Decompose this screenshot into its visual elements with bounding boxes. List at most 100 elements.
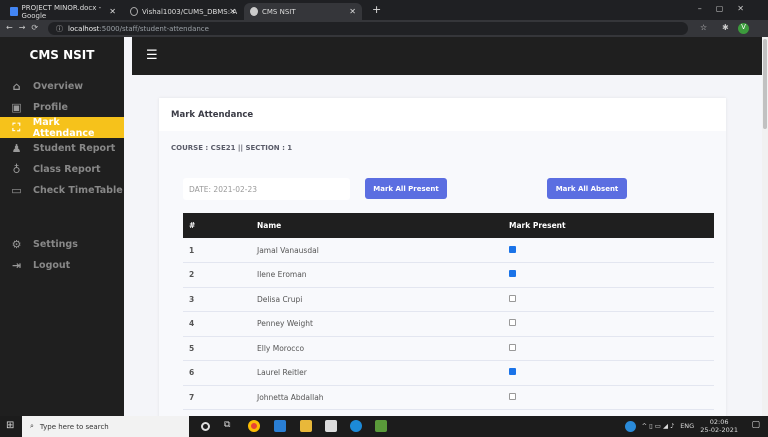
present-checkbox[interactable] [509, 392, 516, 400]
window-controls[interactable]: –▢✕ [698, 4, 758, 13]
row-number: 6 [183, 360, 257, 386]
table-header: # Name Mark Present [183, 213, 714, 238]
award-icon: ♁ [12, 163, 21, 176]
vscode-icon[interactable] [274, 420, 286, 432]
search-icon: ⌕ [30, 422, 34, 430]
system-tray: ^ ▯ ▭ ◢ ♪ ENG 02:06 25-02-2021 [624, 418, 738, 434]
table-row: 2 Ilene Eroman [183, 262, 714, 288]
mark-all-present-button[interactable]: Mark All Present [365, 178, 447, 199]
column-mark-present: Mark Present [509, 213, 714, 238]
row-number: 2 [183, 262, 257, 288]
store-icon[interactable] [325, 420, 337, 432]
sidebar-item-student-report[interactable]: ♟ Student Report [0, 138, 124, 159]
present-cell [509, 385, 714, 410]
table-row: 4 Penney Weight [183, 311, 714, 337]
scrollbar[interactable] [762, 37, 768, 416]
app-icon[interactable] [375, 420, 387, 432]
table-row: 6 Laurel Reitler [183, 360, 714, 386]
close-tab-icon[interactable]: ✕ [349, 7, 356, 16]
present-cell [509, 287, 714, 312]
nav-buttons[interactable]: ←→⟳ [6, 23, 44, 32]
close-tab-icon[interactable]: ✕ [229, 7, 236, 16]
column-number: # [183, 213, 257, 238]
present-checkbox[interactable] [509, 319, 516, 327]
tab-cms-nsit[interactable]: CMS NSIT ✕ [244, 3, 362, 20]
present-cell [509, 262, 714, 288]
sidebar-item-class-report[interactable]: ♁ Class Report [0, 159, 124, 180]
student-name: Penney Weight [257, 311, 509, 337]
chrome-icon[interactable] [248, 420, 260, 432]
sign-out-icon: ⇥ [11, 259, 22, 272]
info-icon: ⓘ [56, 24, 63, 33]
profile-avatar[interactable]: V [738, 23, 749, 34]
table-row: 1 Jamal Vanausdal [183, 238, 714, 263]
docs-icon [10, 7, 18, 16]
sidebar-item-check-timetable[interactable]: ▭ Check TimeTable [0, 180, 124, 201]
row-number: 4 [183, 311, 257, 337]
close-tab-icon[interactable]: ✕ [109, 7, 116, 16]
attendance-table: # Name Mark Present 1 Jamal Vanausdal 2 Ile… [183, 213, 714, 410]
help-icon[interactable] [624, 420, 636, 432]
star-icon[interactable]: ☆ [700, 23, 707, 32]
present-checkbox[interactable] [509, 245, 516, 253]
extensions-icon[interactable]: ✱ [722, 23, 729, 32]
url-field[interactable]: ⓘ localhost:5000/staff/student-attendance [48, 22, 688, 35]
date-field[interactable]: DATE: 2021-02-23 [183, 178, 350, 200]
file-explorer-icon[interactable] [300, 420, 312, 432]
tab-google-docs[interactable]: PROJECT MINOR.docx - Google ✕ [4, 3, 122, 20]
mark-attendance-card: Mark Attendance COURSE : CSE21 || SECTIO… [159, 98, 726, 418]
student-name: Elly Morocco [257, 336, 509, 361]
present-checkbox[interactable] [509, 343, 516, 351]
present-cell [509, 238, 714, 263]
row-number: 3 [183, 287, 257, 312]
monitor-icon: ▭ [11, 184, 22, 197]
sidebar-item-logout[interactable]: ⇥ Logout [0, 255, 124, 276]
present-checkbox[interactable] [509, 294, 516, 302]
student-name: Jamal Vanausdal [257, 238, 509, 263]
tab-github[interactable]: Vishal1003/CUMS_DBMS: A ✕ [124, 3, 242, 20]
home-icon: ⌂ [12, 80, 21, 93]
row-number: 1 [183, 238, 257, 263]
row-number: 5 [183, 336, 257, 361]
edge-icon[interactable] [350, 420, 362, 432]
notification-icon[interactable]: ▢ [751, 420, 760, 430]
sidebar-item-overview[interactable]: ⌂ Overview [0, 76, 124, 97]
clock[interactable]: 02:06 25-02-2021 [700, 418, 738, 434]
brand-title: CMS NSIT [29, 48, 95, 62]
github-icon [130, 7, 138, 16]
present-checkbox[interactable] [509, 270, 516, 278]
course-info: COURSE : CSE21 || SECTION : 1 [171, 144, 293, 152]
sidebar-item-settings[interactable]: ⚙ Settings [0, 234, 124, 255]
tray-icons[interactable]: ^ ▯ ▭ ◢ ♪ [642, 422, 675, 430]
column-name: Name [257, 213, 509, 238]
top-navbar: ☰ [132, 37, 762, 75]
windows-start-icon[interactable]: ⊞ [6, 420, 14, 431]
mark-all-absent-button[interactable]: Mark All Absent [547, 178, 627, 199]
taskbar: ⊞ ⌕ Type here to search ⧉ ^ ▯ ▭ ◢ ♪ ENG 0… [0, 416, 768, 437]
student-name: Laurel Reitler [257, 360, 509, 386]
present-cell [509, 336, 714, 361]
table-row: 7 Johnetta Abdallah [183, 385, 714, 410]
row-number: 7 [183, 385, 257, 410]
sidebar-item-profile[interactable]: ▣ Profile [0, 97, 124, 118]
student-name: Ilene Eroman [257, 262, 509, 288]
student-name: Delisa Crupi [257, 287, 509, 312]
task-view-icon[interactable]: ⧉ [224, 420, 236, 432]
gear-icon: ⚙ [11, 238, 22, 251]
sidebar: CMS NSIT ⌂ Overview ▣ Profile ⛶ Mark Attend… [0, 37, 124, 416]
table-row: 3 Delisa Crupi [183, 287, 714, 312]
hamburger-icon[interactable]: ☰ [146, 48, 158, 63]
book-reader-icon: ♟ [11, 142, 22, 155]
sidebar-item-mark-attendance[interactable]: ⛶ Mark Attendance [0, 117, 124, 139]
new-tab-button[interactable]: + [366, 1, 381, 18]
table-row: 5 Elly Morocco [183, 336, 714, 361]
scrollbar-thumb[interactable] [763, 39, 767, 129]
address-bar-row: ←→⟳ ⓘ localhost:5000/staff/student-attend… [0, 20, 768, 37]
chalkboard-teacher-icon: ⛶ [12, 120, 21, 134]
present-checkbox[interactable] [509, 368, 516, 376]
browser-tab-strip: PROJECT MINOR.docx - Google ✕ Vishal1003/… [0, 0, 768, 20]
student-name: Johnetta Abdallah [257, 385, 509, 410]
present-cell [509, 311, 714, 337]
taskbar-search[interactable]: ⌕ Type here to search [22, 416, 189, 437]
cortana-icon[interactable] [201, 422, 210, 431]
